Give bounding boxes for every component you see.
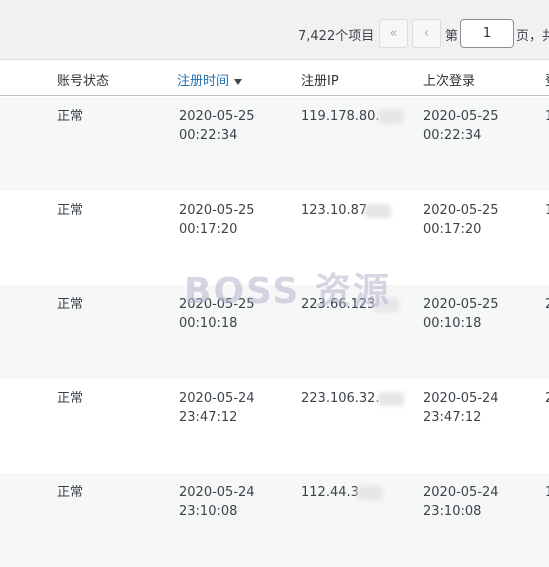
- table-row[interactable]: 正常 2020-05-25 00:22:34 119.178.80. 2020-05-2…: [0, 97, 549, 191]
- reg-time: 00:22:34: [179, 128, 238, 143]
- table-row[interactable]: 正常 2020-05-24 23:10:08 112.44.3 2020-05-24 23…: [0, 473, 549, 567]
- status-cell: 正常: [57, 109, 84, 124]
- redaction-blur: [365, 203, 392, 218]
- watermark: BOSS 资源: [184, 271, 391, 312]
- status-cell: 正常: [57, 203, 84, 218]
- extra-cell: 1: [545, 201, 549, 220]
- sort-desc-icon: [234, 78, 243, 85]
- extra-cell: 2: [545, 295, 549, 314]
- first-page-button[interactable]: «: [379, 19, 408, 48]
- reg-ip-cell: 223.106.32.: [301, 389, 404, 408]
- reg-ip-text: 123.10.87: [301, 203, 368, 218]
- extra-cell: 1: [545, 483, 549, 502]
- last-login-date: 2020-05-25: [423, 297, 499, 312]
- reg-time-cell: 2020-05-25 00:22:34: [179, 107, 255, 145]
- reg-time: 00:17:20: [179, 222, 238, 237]
- reg-ip-cell: 112.44.3: [301, 483, 383, 502]
- reg-date: 2020-05-25: [179, 109, 255, 124]
- redaction-blur: [377, 109, 404, 124]
- page-suffix-label: 页，共: [516, 29, 549, 44]
- page-prefix-label: 第: [445, 29, 459, 44]
- reg-time: 00:10:18: [179, 316, 238, 331]
- last-login-time: 00:22:34: [423, 128, 482, 143]
- last-login-date: 2020-05-24: [423, 485, 499, 500]
- reg-time-cell: 2020-05-24 23:47:12: [179, 389, 255, 427]
- last-login-cell: 2020-05-25 00:22:34: [423, 107, 499, 145]
- reg-ip-cell: 119.178.80.: [301, 107, 404, 126]
- prev-page-button[interactable]: ‹: [412, 19, 441, 48]
- reg-date: 2020-05-24: [179, 485, 255, 500]
- reg-time-cell: 2020-05-25 00:17:20: [179, 201, 255, 239]
- total-items-count: 7,422个项目: [298, 29, 375, 44]
- last-login-time: 00:17:20: [423, 222, 482, 237]
- last-login-cell: 2020-05-24 23:47:12: [423, 389, 499, 427]
- current-page-input[interactable]: [460, 19, 514, 48]
- column-header-extra[interactable]: 登: [545, 70, 549, 89]
- last-login-date: 2020-05-25: [423, 203, 499, 218]
- reg-time: 23:10:08: [179, 504, 238, 519]
- reg-ip-text: 119.178.80.: [301, 109, 380, 124]
- status-cell: 正常: [57, 485, 84, 500]
- column-header-last-login[interactable]: 上次登录: [423, 70, 475, 89]
- column-header-status[interactable]: 账号状态: [57, 70, 109, 89]
- status-cell: 正常: [57, 297, 84, 312]
- redaction-blur: [356, 485, 383, 500]
- last-login-cell: 2020-05-25 00:10:18: [423, 295, 499, 333]
- reg-ip-text: 223.106.32.: [301, 391, 380, 406]
- last-login-date: 2020-05-25: [423, 109, 499, 124]
- tablenav-pagination: 7,422个项目 « ‹ 第 页，共: [0, 0, 549, 60]
- status-cell: 正常: [57, 391, 84, 406]
- reg-time-cell: 2020-05-24 23:10:08: [179, 483, 255, 521]
- reg-time: 23:47:12: [179, 410, 238, 425]
- last-login-time: 23:10:08: [423, 504, 482, 519]
- last-login-time: 00:10:18: [423, 316, 482, 331]
- last-login-cell: 2020-05-24 23:10:08: [423, 483, 499, 521]
- table-header: 账号状态 注册时间 注册IP 上次登录 登: [0, 61, 549, 96]
- column-header-reg-time[interactable]: 注册时间: [177, 70, 243, 89]
- last-login-date: 2020-05-24: [423, 391, 499, 406]
- extra-cell: 2: [545, 389, 549, 408]
- reg-ip-cell: 123.10.87: [301, 201, 392, 220]
- reg-date: 2020-05-24: [179, 391, 255, 406]
- last-login-time: 23:47:12: [423, 410, 482, 425]
- column-header-reg-ip[interactable]: 注册IP: [301, 70, 339, 89]
- column-header-reg-time-label: 注册时间: [177, 74, 230, 89]
- reg-ip-text: 112.44.3: [301, 485, 359, 500]
- reg-date: 2020-05-25: [179, 203, 255, 218]
- extra-cell: 1: [545, 107, 549, 126]
- redaction-blur: [377, 391, 404, 406]
- table-row[interactable]: 正常 2020-05-24 23:47:12 223.106.32. 2020-05-2…: [0, 379, 549, 473]
- last-login-cell: 2020-05-25 00:17:20: [423, 201, 499, 239]
